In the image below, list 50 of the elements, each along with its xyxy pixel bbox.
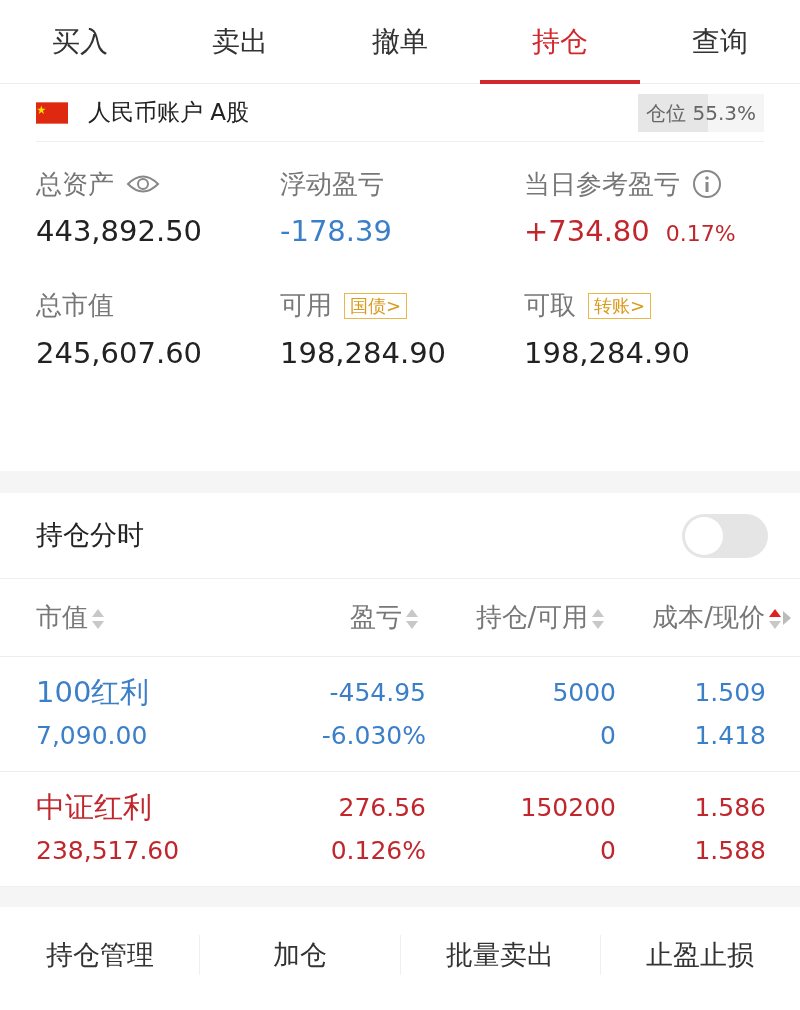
- profit-loss-percent: -6.030%: [320, 720, 426, 752]
- stat-percent: 0.17%: [665, 220, 736, 248]
- holding-quantity: 5000: [551, 677, 616, 709]
- tab[interactable]: 查询: [640, 0, 800, 84]
- tab[interactable]: 卖出: [160, 0, 320, 84]
- position-label: 仓位: [646, 100, 687, 125]
- stock-name: 中证红利: [36, 789, 153, 826]
- flag-icon: [36, 101, 68, 124]
- section-title: 持仓分时: [36, 518, 144, 553]
- cost-price: 1.586: [693, 792, 766, 824]
- stat-value: 198,284.90: [524, 334, 691, 372]
- action-button[interactable]: 加仓: [200, 935, 401, 975]
- stat-label: 总资产: [36, 167, 114, 201]
- tab[interactable]: 买入: [0, 0, 160, 84]
- tab[interactable]: 撤单: [320, 0, 480, 84]
- stat-value: -178.39: [280, 213, 392, 250]
- current-price: 1.418: [693, 720, 766, 752]
- column-header: 持仓/可用: [475, 602, 589, 632]
- stat-value: +734.80: [524, 213, 650, 250]
- column-header: 市值: [36, 602, 88, 632]
- action-button[interactable]: 批量卖出: [400, 935, 601, 975]
- stat-value: 245,607.60: [36, 334, 203, 372]
- stat-value: 443,892.50: [36, 213, 203, 250]
- tab[interactable]: 持仓: [480, 0, 640, 84]
- eye-icon[interactable]: [126, 173, 160, 195]
- stat-label: 可用: [280, 289, 332, 322]
- stat-label: 可取: [524, 289, 576, 322]
- action-button[interactable]: 持仓管理: [0, 935, 201, 975]
- position-value: 55.3%: [692, 100, 756, 125]
- available-quantity: 0: [599, 835, 616, 867]
- stat-label: 当日参考盈亏: [524, 167, 680, 201]
- profit-loss: -454.95: [328, 677, 426, 709]
- holding-quantity: 150200: [519, 792, 616, 824]
- profit-loss-percent: 0.126%: [329, 835, 426, 867]
- column-header: 成本/现价: [652, 602, 765, 632]
- current-price: 1.588: [693, 835, 766, 867]
- account-name: 人民币账户 A股: [88, 98, 250, 128]
- available-quantity: 0: [599, 720, 616, 752]
- stock-name: 100红利: [36, 674, 151, 711]
- action-button[interactable]: 止盈止损: [600, 935, 800, 975]
- stat-label: 浮动盈亏: [280, 167, 384, 201]
- stat-value: 198,284.90: [280, 334, 447, 372]
- market-value: 238,517.60: [36, 835, 181, 867]
- info-icon[interactable]: [692, 169, 722, 199]
- toggle-switch[interactable]: [682, 513, 768, 558]
- profit-loss: 276.56: [337, 792, 426, 824]
- cost-price: 1.509: [693, 677, 766, 709]
- market-value: 7,090.00: [36, 720, 149, 752]
- column-header: 盈亏: [349, 602, 402, 632]
- stat-label: 总市值: [36, 289, 114, 322]
